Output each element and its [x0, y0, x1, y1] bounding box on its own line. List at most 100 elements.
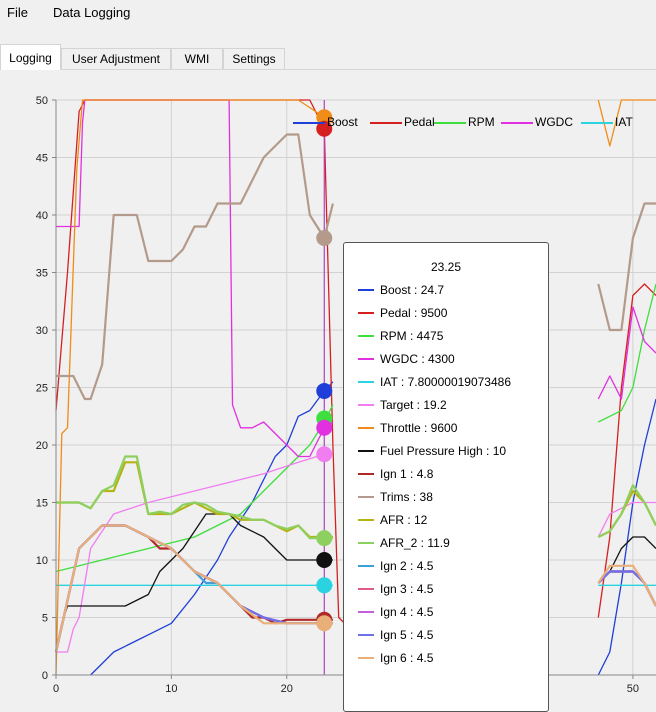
- legend-label-boost: Boost: [327, 115, 358, 129]
- tooltip-row-label: Trims : 38: [380, 489, 433, 504]
- legend-swatch-boost: [293, 121, 325, 124]
- tooltip-row-label: Fuel Pressure High : 10: [380, 443, 507, 458]
- chart-legend: Boost Pedal RPM WGDC IAT: [293, 112, 656, 132]
- legend-item-pedal[interactable]: Pedal: [370, 112, 435, 132]
- tab-wmi[interactable]: WMI: [171, 48, 223, 69]
- tooltip-row: Fuel Pressure High : 10: [358, 442, 506, 458]
- cursor-marker-boost: [316, 382, 333, 399]
- menu-data-logging[interactable]: Data Logging: [53, 5, 130, 20]
- tooltip-series-swatch: [358, 288, 374, 291]
- y-tick-label: 25: [36, 383, 48, 395]
- tooltip-title: 23.25: [430, 260, 462, 274]
- y-tick-label: 10: [36, 555, 48, 567]
- tooltip-row-label: AFR_2 : 11.9: [380, 535, 450, 550]
- y-tick-label: 0: [42, 670, 48, 682]
- tooltip-row-label: Ign 1 : 4.8: [380, 466, 434, 481]
- tooltip-row-label: WGDC : 4300: [380, 351, 455, 366]
- tooltip-series-swatch: [358, 380, 374, 383]
- log-chart[interactable]: 0 5 10 15 20 25 30 35 40 45 50 0 10 20 50: [0, 70, 656, 703]
- x-tick-label: 20: [281, 683, 293, 695]
- legend-swatch-pedal: [370, 121, 402, 124]
- tooltip-series-swatch: [358, 495, 374, 498]
- tooltip-row-label: Ign 2 : 4.5: [380, 558, 434, 573]
- tooltip-series-swatch: [358, 426, 374, 429]
- logging-panel: 0 5 10 15 20 25 30 35 40 45 50 0 10 20 50: [0, 70, 656, 703]
- cursor-marker-wgdc: [316, 419, 333, 436]
- y-tick-label: 40: [36, 210, 48, 222]
- tooltip-series-swatch: [358, 633, 374, 636]
- legend-item-iat[interactable]: IAT: [581, 112, 633, 132]
- tooltip-row: WGDC : 4300: [358, 350, 455, 366]
- tab-logging[interactable]: Logging: [0, 44, 61, 70]
- tooltip-row: Trims : 38: [358, 488, 433, 504]
- tooltip-series-swatch: [358, 564, 374, 567]
- tooltip-row: RPM : 4475: [358, 327, 443, 343]
- cursor-marker-target: [316, 446, 333, 463]
- tooltip-series-swatch: [358, 610, 374, 613]
- tooltip-row: Pedal : 9500: [358, 304, 447, 320]
- legend-item-boost[interactable]: Boost: [293, 112, 358, 132]
- legend-swatch-wgdc: [501, 121, 533, 124]
- cursor-marker-ign-6: [316, 615, 333, 632]
- tooltip-series-swatch: [358, 311, 374, 314]
- legend-swatch-rpm: [434, 121, 466, 124]
- tooltip-row-label: Ign 3 : 4.5: [380, 581, 434, 596]
- menu-bar: File Data Logging: [0, 0, 656, 26]
- y-tick-label: 15: [36, 498, 48, 510]
- tooltip-series-swatch: [358, 518, 374, 521]
- tooltip-row: Ign 5 : 4.5: [358, 626, 433, 642]
- tooltip-row-label: IAT : 7.80000019073486: [380, 374, 512, 389]
- tooltip-series-swatch: [358, 403, 374, 406]
- tooltip-row: Ign 6 : 4.5: [358, 649, 433, 665]
- legend-label-wgdc: WGDC: [535, 115, 573, 129]
- y-tick-label: 45: [36, 153, 48, 165]
- tooltip-series-swatch: [358, 449, 374, 452]
- tooltip-row-label: Ign 5 : 4.5: [380, 627, 434, 642]
- y-tick-label: 50: [36, 95, 48, 107]
- y-tick-label: 35: [36, 268, 48, 280]
- tooltip-row-label: Ign 6 : 4.5: [380, 650, 434, 665]
- legend-item-rpm[interactable]: RPM: [434, 112, 495, 132]
- tooltip-row: AFR_2 : 11.9: [358, 534, 450, 550]
- y-tick-label: 20: [36, 440, 48, 452]
- tooltip-row-label: Pedal : 9500: [380, 305, 448, 320]
- tooltip-series-swatch: [358, 656, 374, 659]
- cursor-marker-fuel-pressure-high: [316, 552, 333, 568]
- legend-label-rpm: RPM: [468, 115, 495, 129]
- tooltip-row-label: Throttle : 9600: [380, 420, 458, 435]
- tooltip-row-label: RPM : 4475: [380, 328, 444, 343]
- tooltip-row: AFR : 12: [358, 511, 427, 527]
- tooltip-series-swatch: [358, 357, 374, 360]
- legend-item-wgdc[interactable]: WGDC: [501, 112, 573, 132]
- tooltip-series-swatch: [358, 472, 374, 475]
- tooltip-row: Boost : 24.7: [358, 281, 444, 297]
- legend-label-pedal: Pedal: [404, 115, 435, 129]
- cursor-marker-trims: [316, 230, 333, 246]
- legend-label-iat: IAT: [615, 115, 633, 129]
- y-tick-label: 30: [36, 325, 48, 337]
- tooltip-row-label: Ign 4 : 4.5: [380, 604, 434, 619]
- chart-tooltip: 23.25 Boost : 24.7 Pedal : 9500 RPM : 4475…: [343, 242, 549, 712]
- tooltip-row-label: AFR : 12: [380, 512, 428, 527]
- tooltip-row: Ign 1 : 4.8: [358, 465, 433, 481]
- tooltip-row: Throttle : 9600: [358, 419, 457, 435]
- tooltip-series-swatch: [358, 334, 374, 337]
- x-tick-label: 50: [627, 683, 639, 695]
- y-tick-label: 5: [42, 613, 48, 625]
- x-tick-label: 10: [165, 683, 177, 695]
- tooltip-row: Ign 4 : 4.5: [358, 603, 433, 619]
- tooltip-row: Target : 19.2: [358, 396, 447, 412]
- menu-file[interactable]: File: [7, 5, 28, 20]
- tooltip-row: Ign 3 : 4.5: [358, 580, 433, 596]
- tooltip-row: Ign 2 : 4.5: [358, 557, 433, 573]
- tab-user-adjustment[interactable]: User Adjustment: [61, 48, 171, 69]
- tab-settings[interactable]: Settings: [223, 48, 285, 69]
- cursor-marker-iat: [316, 577, 333, 594]
- cursor-marker-afr-2: [316, 530, 333, 547]
- legend-swatch-iat: [581, 121, 613, 124]
- tooltip-row-label: Boost : 24.7: [380, 282, 445, 297]
- tooltip-series-swatch: [358, 587, 374, 590]
- tooltip-row: IAT : 7.80000019073486: [358, 373, 511, 389]
- x-tick-label: 0: [53, 683, 59, 695]
- tooltip-row-label: Target : 19.2: [380, 397, 447, 412]
